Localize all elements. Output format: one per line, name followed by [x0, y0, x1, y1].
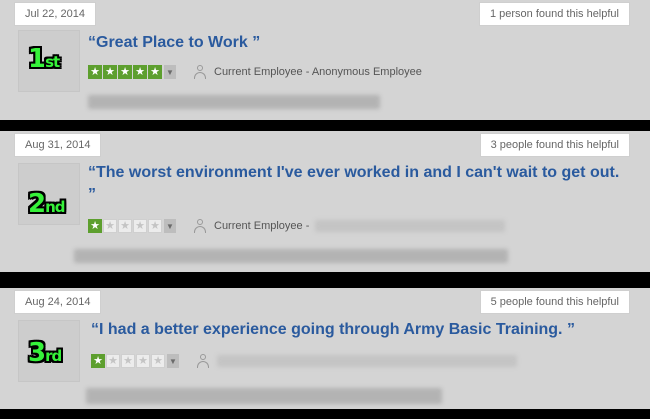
star-rating[interactable]: ★ ★ ★ ★ ★	[91, 354, 166, 368]
star-empty-icon: ★	[103, 219, 117, 233]
helpful-count: 3 people found this helpful	[479, 133, 630, 157]
star-empty-icon: ★	[118, 219, 132, 233]
rank-suffix: rd	[45, 347, 62, 365]
employee-status: Current Employee - Anonymous Employee	[214, 66, 422, 78]
star-rating[interactable]: ★ ★ ★ ★ ★	[88, 219, 163, 233]
review-title-link[interactable]: “I had a better experience going through…	[91, 319, 620, 341]
rank-number: 1	[28, 44, 46, 74]
user-icon	[195, 354, 211, 368]
star-empty-icon: ★	[151, 354, 165, 368]
star-empty-icon: ★	[121, 354, 135, 368]
helpful-count: 5 people found this helpful	[479, 290, 630, 314]
review-date: Jul 22, 2014	[14, 2, 96, 26]
review-title-link[interactable]: “The worst environment I've ever worked …	[88, 162, 626, 206]
star-filled-icon: ★	[88, 219, 102, 233]
user-icon	[192, 65, 208, 79]
rank-number: 3	[28, 338, 46, 368]
employee-status: Current Employee -	[214, 220, 310, 232]
redacted-text	[315, 220, 506, 232]
review-card-1: Jul 22, 2014 1 person found this helpful…	[0, 0, 650, 120]
star-empty-icon: ★	[133, 219, 147, 233]
redacted-text	[74, 249, 508, 263]
star-empty-icon: ★	[106, 354, 120, 368]
review-title-link[interactable]: “Great Place to Work ”	[88, 32, 620, 54]
rank-suffix: nd	[45, 198, 65, 216]
rank-label: 1st	[28, 44, 60, 74]
review-date: Aug 24, 2014	[14, 290, 102, 314]
star-filled-icon: ★	[88, 65, 102, 79]
star-rating[interactable]: ★ ★ ★ ★ ★	[88, 65, 163, 79]
rating-row: ★ ★ ★ ★ ★ ▼ Current Employee -	[88, 219, 506, 233]
star-filled-icon: ★	[118, 65, 132, 79]
rank-suffix: st	[45, 53, 60, 71]
rating-row: ★ ★ ★ ★ ★ ▼ Current Employee - Anonymous Emp…	[88, 65, 422, 79]
star-empty-icon: ★	[148, 219, 162, 233]
helpful-count: 1 person found this helpful	[478, 2, 630, 26]
redacted-text	[86, 388, 442, 404]
rank-number: 2	[28, 189, 46, 219]
dropdown-arrow-icon[interactable]: ▼	[164, 219, 176, 233]
rank-label: 2nd	[28, 189, 66, 219]
star-empty-icon: ★	[136, 354, 150, 368]
review-card-3: Aug 24, 2014 5 people found this helpful…	[0, 288, 650, 409]
rating-row: ★ ★ ★ ★ ★ ▼	[91, 354, 517, 368]
star-filled-icon: ★	[133, 65, 147, 79]
star-filled-icon: ★	[148, 65, 162, 79]
review-card-2: Aug 31, 2014 3 people found this helpful…	[0, 131, 650, 272]
star-filled-icon: ★	[103, 65, 117, 79]
rank-label: 3rd	[28, 338, 62, 368]
review-date: Aug 31, 2014	[14, 133, 102, 157]
redacted-text	[88, 95, 380, 109]
dropdown-arrow-icon[interactable]: ▼	[164, 65, 176, 79]
redacted-text	[217, 355, 517, 367]
star-filled-icon: ★	[91, 354, 105, 368]
dropdown-arrow-icon[interactable]: ▼	[167, 354, 179, 368]
user-icon	[192, 219, 208, 233]
